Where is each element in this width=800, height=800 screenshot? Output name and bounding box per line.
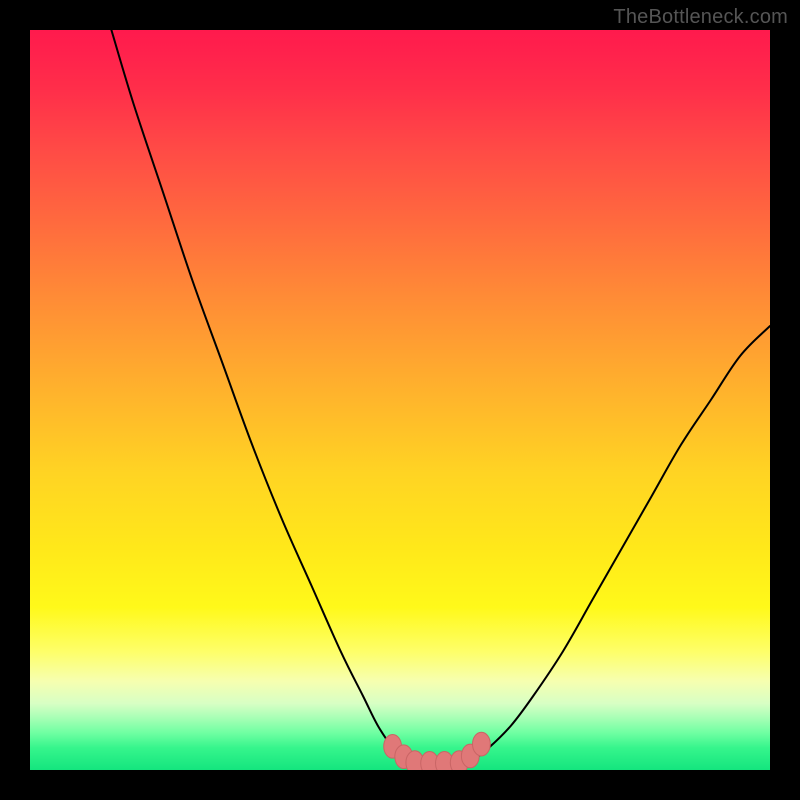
- chart-series-group: [111, 30, 770, 763]
- chart-marker-group: [384, 732, 491, 770]
- series-right-curve: [459, 326, 770, 763]
- chart-frame: TheBottleneck.com: [0, 0, 800, 800]
- series-left-curve: [111, 30, 414, 763]
- chart-marker: [473, 732, 491, 756]
- chart-svg: [30, 30, 770, 770]
- chart-plot-area: [30, 30, 770, 770]
- attribution-label: TheBottleneck.com: [613, 6, 788, 29]
